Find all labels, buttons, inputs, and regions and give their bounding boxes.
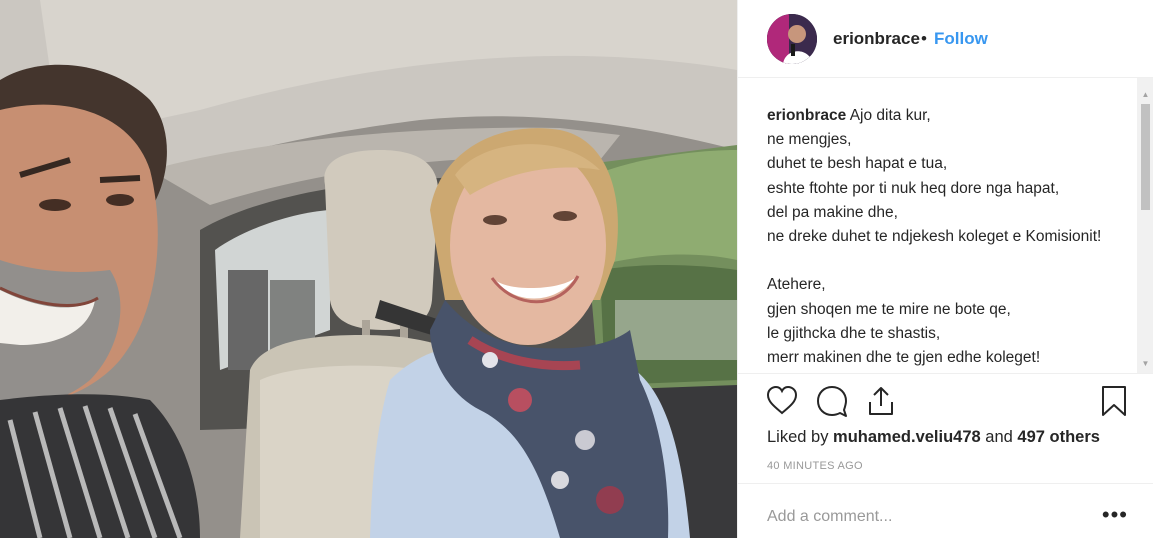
comment-box: ••• — [738, 483, 1153, 538]
post-author-username[interactable]: erionbrace — [833, 29, 920, 49]
caption-scroll-area[interactable]: erionbrace Ajo dita kur, ne mengjes, duh… — [738, 78, 1153, 374]
likes-liker-username[interactable]: muhamed.veliu478 — [833, 428, 981, 446]
scroll-up-arrow-icon[interactable]: ▲ — [1137, 86, 1153, 103]
scrollbar-thumb[interactable] — [1141, 104, 1150, 210]
heart-icon[interactable] — [765, 384, 799, 418]
header-separator-dot: • — [921, 29, 927, 48]
comment-icon[interactable] — [815, 384, 849, 418]
follow-button[interactable]: Follow — [934, 29, 988, 49]
share-icon[interactable] — [864, 384, 898, 418]
likes-others-link[interactable]: 497 others — [1017, 428, 1100, 446]
post-sidebar: erionbrace • Follow erionbrace Ajo dita … — [737, 0, 1153, 538]
post-photo[interactable] — [0, 0, 737, 538]
likes-summary: Liked by muhamed.veliu478 and 497 others — [767, 428, 1100, 447]
likes-middle: and — [980, 428, 1018, 446]
post-caption: erionbrace Ajo dita kur, ne mengjes, duh… — [767, 104, 1127, 370]
scroll-down-arrow-icon[interactable]: ▼ — [1137, 355, 1153, 372]
caption-username[interactable]: erionbrace — [767, 107, 846, 124]
post-timestamp[interactable]: 40 MINUTES AGO — [767, 460, 863, 472]
avatar[interactable] — [767, 14, 817, 64]
more-options-icon[interactable]: ••• — [1102, 502, 1128, 528]
selfie-in-car-image — [0, 0, 737, 538]
post-header: erionbrace • Follow — [738, 0, 1153, 78]
likes-prefix: Liked by — [767, 428, 834, 446]
bookmark-icon[interactable] — [1097, 384, 1131, 418]
avatar-image — [767, 14, 817, 64]
caption-scrollbar[interactable]: ▲ ▼ — [1137, 78, 1153, 373]
comment-input[interactable] — [767, 508, 1067, 526]
caption-text: Ajo dita kur, ne mengjes, duhet te besh … — [767, 107, 1102, 367]
post-actions — [738, 374, 1153, 434]
